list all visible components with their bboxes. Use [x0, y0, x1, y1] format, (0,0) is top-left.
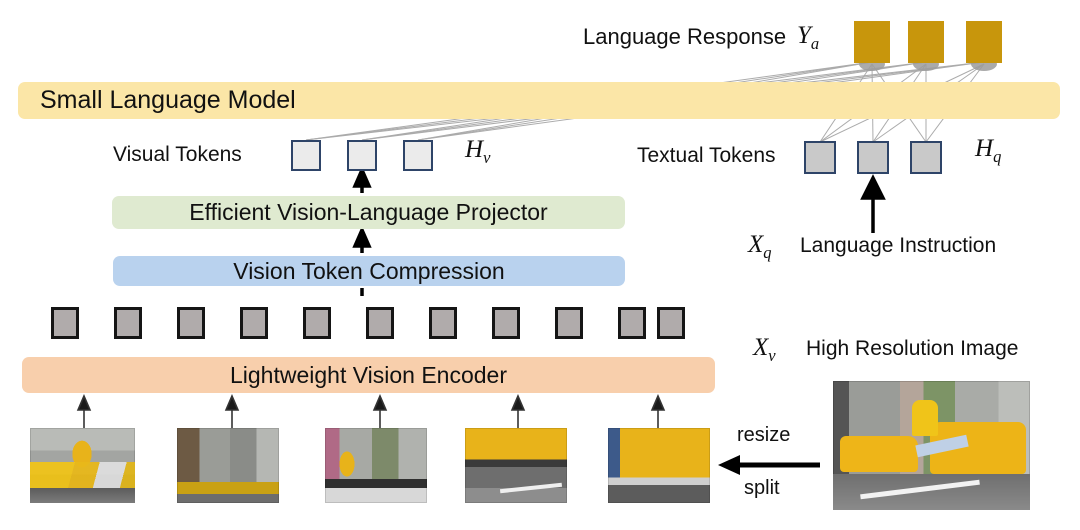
patch-token[interactable] [555, 307, 583, 339]
textual-tokens-symbol: Hq [975, 135, 1002, 166]
high-resolution-image-road [833, 474, 1030, 510]
high-resolution-image-person [912, 400, 938, 436]
language-instruction-symbol: Xq [748, 231, 772, 262]
resize-label: resize [737, 424, 791, 446]
textual-token[interactable] [910, 141, 942, 174]
architecture-diagram: Small Language Model Efficient Vision-La… [0, 0, 1080, 530]
efficient-vision-language-projector-bar[interactable]: Efficient Vision-Language Projector [112, 196, 625, 229]
visual-tokens-symbol: Hv [465, 136, 491, 167]
image-crop[interactable] [177, 428, 279, 503]
high-resolution-image-taxi-left [840, 436, 918, 472]
response-token[interactable] [854, 21, 890, 63]
visual-token[interactable] [403, 140, 433, 171]
language-response-symbol: Ya [797, 22, 820, 53]
patch-token[interactable] [114, 307, 142, 339]
patch-token[interactable] [366, 307, 394, 339]
image-crop-overlay [30, 462, 135, 490]
high-resolution-image-label: High Resolution Image [806, 337, 1019, 360]
textual-token[interactable] [857, 141, 889, 174]
small-language-model-label: Small Language Model [40, 86, 296, 114]
split-label: split [744, 477, 780, 499]
visual-tokens-label: Visual Tokens [113, 143, 242, 166]
textual-tokens-label: Textual Tokens [637, 144, 776, 167]
crop-to-encoder-arrows [76, 393, 666, 428]
patch-token[interactable] [429, 307, 457, 339]
patch-token[interactable] [492, 307, 520, 339]
vision-token-compression-bar[interactable]: Vision Token Compression [113, 256, 625, 286]
image-crop-road [30, 488, 135, 503]
textual-token[interactable] [804, 141, 836, 174]
small-language-model-bar[interactable]: Small Language Model [18, 82, 1060, 119]
image-crop[interactable] [325, 428, 427, 503]
image-crop[interactable] [465, 428, 567, 503]
image-crop[interactable] [608, 428, 710, 503]
patch-token[interactable] [240, 307, 268, 339]
resize-split-arrow [718, 455, 820, 475]
patch-token[interactable] [303, 307, 331, 339]
visual-token[interactable] [347, 140, 377, 171]
language-response-label: Language Response [583, 24, 787, 49]
visual-token[interactable] [291, 140, 321, 171]
patch-token[interactable] [657, 307, 685, 339]
patch-token[interactable] [177, 307, 205, 339]
patch-token[interactable] [51, 307, 79, 339]
language-instruction-label: Language Instruction [800, 234, 997, 257]
compression-label: Vision Token Compression [233, 257, 505, 284]
encoder-label: Lightweight Vision Encoder [229, 361, 508, 388]
patch-token[interactable] [618, 307, 646, 339]
response-token[interactable] [966, 21, 1002, 63]
response-token[interactable] [908, 21, 944, 63]
lightweight-vision-encoder-bar[interactable]: Lightweight Vision Encoder [22, 357, 715, 393]
high-resolution-image-symbol: Xv [753, 334, 776, 365]
projector-label: Efficient Vision-Language Projector [189, 199, 548, 225]
